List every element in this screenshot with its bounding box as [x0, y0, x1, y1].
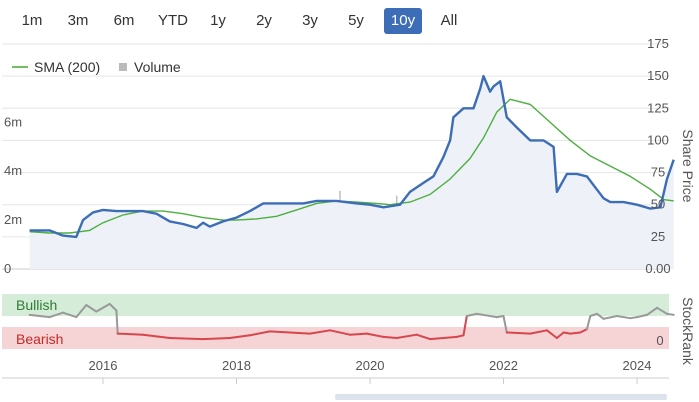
- stockrank-segment: [616, 315, 632, 320]
- navigator-scroll-handle[interactable]: [335, 394, 667, 400]
- chart-area: 175 150 125 100 75 50 25 0.00 6m 4m 2m 0 SMA (200)…: [2, 36, 696, 400]
- stockrank-segment: [116, 332, 144, 336]
- stockrank-segment: [202, 337, 231, 341]
- stockrank-axis-tick: 0: [656, 333, 663, 348]
- stockrank-segment: [168, 337, 205, 341]
- price-tick-label: 175: [647, 36, 669, 51]
- legend-volume-swatch: [119, 63, 127, 71]
- volume-axis-ticks: 6m 4m 2m 0: [4, 114, 22, 276]
- stockrank-segment: [288, 331, 311, 335]
- legend-sma-label[interactable]: SMA (200): [34, 59, 100, 75]
- volume-tick-label: 0: [4, 261, 11, 276]
- stockrank-segment: [382, 335, 398, 339]
- volume-tick-label: 2m: [4, 212, 22, 227]
- share-price-axis-title: Share Price: [680, 129, 696, 202]
- price-tick-label: 125: [647, 100, 669, 115]
- stockrank-segment: [268, 330, 291, 334]
- legend-volume-label[interactable]: Volume: [134, 59, 181, 75]
- price-tick-label: 0.00: [645, 261, 670, 276]
- bullish-label: Bullish: [16, 297, 57, 313]
- x-tick-label: 2016: [89, 358, 118, 373]
- bearish-label: Bearish: [16, 331, 63, 347]
- stockrank-segment: [505, 331, 532, 335]
- bearish-band: [2, 327, 669, 349]
- x-tick-label: 2018: [222, 358, 251, 373]
- volume-tick-label: 6m: [4, 114, 22, 129]
- price-tick-label: 75: [651, 165, 665, 180]
- legend: SMA (200) Volume: [12, 59, 181, 75]
- price-tick-label: 100: [647, 132, 669, 147]
- stockrank-axis-title: StockRank: [680, 297, 696, 366]
- price-tick-label: 150: [647, 68, 669, 83]
- x-tick-label: 2022: [489, 358, 518, 373]
- stockrank-segment: [666, 312, 675, 316]
- x-axis-ticks: 2016 2018 2020 2022 2024: [89, 358, 652, 384]
- stockrank-segment: [562, 331, 572, 335]
- stockrank-segment: [602, 315, 618, 320]
- x-tick-label: 2024: [623, 358, 652, 373]
- volume-tick-label: 4m: [4, 163, 22, 178]
- stockrank-segment: [429, 337, 445, 341]
- x-tick-label: 2020: [356, 358, 385, 373]
- stockrank-segment: [115, 309, 119, 335]
- stockrank-segment: [349, 332, 368, 336]
- stockrank-segment: [629, 316, 638, 320]
- stockrank-segment: [495, 315, 505, 319]
- bullish-band: [2, 294, 669, 316]
- stockrank-segment: [569, 331, 582, 335]
- stockrank-segment: [442, 335, 458, 339]
- stockrank-panel: Bullish Bearish 0 StockRank: [2, 294, 696, 366]
- price-tick-label: 25: [651, 229, 665, 244]
- price-tick-label: 50: [651, 197, 665, 212]
